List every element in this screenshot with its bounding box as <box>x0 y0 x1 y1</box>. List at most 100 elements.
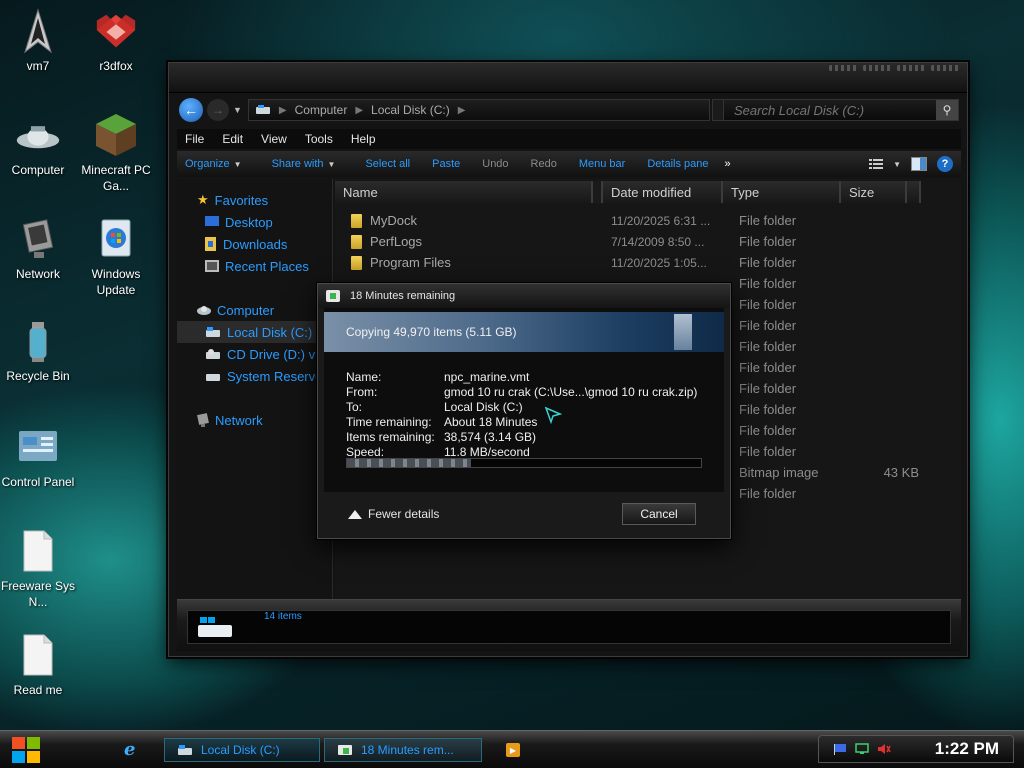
nav-desktop[interactable]: Desktop <box>177 211 332 233</box>
flag-icon[interactable] <box>833 743 847 755</box>
clock[interactable]: 1:22 PM <box>935 739 999 759</box>
desktop-icon-minecraft[interactable]: Minecraft PC Ga... <box>74 112 158 194</box>
column-header-name[interactable]: Name <box>335 181 593 203</box>
file-row[interactable]: PerfLogs 7/14/2009 8:50 ... File folder <box>335 231 961 252</box>
nav-label: Recent Places <box>225 258 309 274</box>
column-splitter[interactable] <box>593 181 603 203</box>
document-icon <box>15 632 61 678</box>
volume-muted-icon[interactable] <box>877 743 891 755</box>
menu-file[interactable]: File <box>185 132 204 146</box>
nav-local-disk[interactable]: Local Disk (C:) <box>177 321 332 343</box>
nav-label: Computer <box>217 302 275 318</box>
nav-network[interactable]: Network <box>177 409 332 431</box>
search-box[interactable]: ⚲ <box>723 99 959 121</box>
dialog-titlebar[interactable]: 18 Minutes remaining <box>318 284 730 308</box>
file-type: File folder <box>739 381 797 396</box>
details-pane-label: Details pane <box>647 158 709 170</box>
menu-edit[interactable]: Edit <box>222 132 243 146</box>
desktop-icon-windows-update[interactable]: Windows Update <box>74 216 158 298</box>
nav-downloads[interactable]: Downloads <box>177 233 332 255</box>
file-row[interactable]: Program Files 11/20/2025 1:05... File fold… <box>335 252 961 273</box>
file-type: File folder <box>739 444 797 459</box>
address-bar[interactable]: ▶ Computer ▶ Local Disk (C:) ▶ <box>247 99 710 121</box>
desktop-icon-vm7[interactable]: vm7 <box>0 8 80 74</box>
start-button[interactable] <box>8 731 44 767</box>
taskbar-button-explorer[interactable]: Local Disk (C:) <box>164 738 320 762</box>
detail-value[interactable]: gmod 10 ru crak (C:\Use...\gmod 10 ru cr… <box>444 385 697 400</box>
nav-system-reserved[interactable]: System Reserve <box>177 365 332 387</box>
taskbar-button-copy[interactable]: 18 Minutes rem... <box>324 738 482 762</box>
file-date: 11/20/2025 1:05... <box>611 255 707 270</box>
fewer-details-button[interactable]: Fewer details <box>348 507 439 521</box>
copy-summary: Copying 49,970 items (5.11 GB) <box>346 325 517 339</box>
desktop-icon-read-me[interactable]: Read me <box>0 632 80 698</box>
more-commands-button[interactable]: » <box>716 158 738 170</box>
desktop-icon-label: Control Panel <box>1 475 75 489</box>
desktop-icon-r3dfox[interactable]: r3dfox <box>74 8 158 74</box>
maximize-button[interactable] <box>863 65 891 71</box>
detail-label: Name: <box>346 370 382 384</box>
network-icon <box>15 216 61 262</box>
desktop-icon-control-panel[interactable]: Control Panel <box>0 424 80 490</box>
preview-pane-icon[interactable] <box>911 157 927 171</box>
nav-cd-drive[interactable]: CD Drive (D:) vir <box>177 343 332 365</box>
network-icon <box>197 413 209 427</box>
minimize-button[interactable] <box>829 65 857 71</box>
column-header-type[interactable]: Type <box>723 181 841 203</box>
undo-button[interactable]: Undo <box>474 158 516 170</box>
column-header-date[interactable]: Date modified <box>603 181 723 203</box>
details-pane-button[interactable]: Details pane <box>639 158 716 170</box>
restore-button[interactable] <box>897 65 925 71</box>
breadcrumb-separator: ▶ <box>355 104 364 116</box>
column-headers: Name Date modified Type Size <box>335 179 961 205</box>
breadcrumb-computer[interactable]: Computer <box>295 103 348 117</box>
recycle-bin-icon <box>15 318 61 364</box>
document-icon <box>15 528 61 574</box>
share-with-label: Share with <box>271 158 324 170</box>
network-status-icon[interactable] <box>855 743 869 755</box>
help-icon[interactable]: ? <box>937 156 953 172</box>
back-button[interactable]: ← <box>179 98 203 122</box>
close-button[interactable] <box>931 65 959 71</box>
paste-button[interactable]: Paste <box>424 158 468 170</box>
search-icon[interactable]: ⚲ <box>936 100 958 120</box>
menu-view[interactable]: View <box>261 132 287 146</box>
copy-details: Name: npc_marine.vmt From: gmod 10 ru crak… <box>346 370 697 460</box>
desktop-icon-computer[interactable]: Computer <box>0 112 80 178</box>
menu-bar-button[interactable]: Menu bar <box>571 158 633 170</box>
cancel-button[interactable]: Cancel <box>622 503 696 525</box>
search-input[interactable] <box>734 102 934 118</box>
select-all-button[interactable]: Select all <box>357 158 418 170</box>
file-type: File folder <box>739 318 797 333</box>
recent-pages-dropdown[interactable]: ▼ <box>233 105 242 115</box>
desktop-icon-recycle-bin[interactable]: Recycle Bin <box>0 318 80 384</box>
window-titlebar[interactable] <box>169 63 967 93</box>
file-row[interactable]: MyDock 11/20/2025 6:31 ... File folder <box>335 210 961 231</box>
column-header-extra[interactable] <box>907 181 921 203</box>
view-dropdown-chevron-icon[interactable]: ▼ <box>893 160 901 169</box>
menu-tools[interactable]: Tools <box>305 132 333 146</box>
nav-recent-places[interactable]: Recent Places <box>177 255 332 277</box>
media-player-icon[interactable]: ▶ <box>506 743 520 757</box>
menu-help[interactable]: Help <box>351 132 376 146</box>
redo-button[interactable]: Redo <box>523 158 565 170</box>
view-list-icon[interactable] <box>869 158 884 170</box>
share-with-button[interactable]: Share with ▼ <box>264 158 344 170</box>
nav-favorites[interactable]: ★ Favorites <box>177 189 332 211</box>
undo-label: Undo <box>482 158 509 170</box>
nav-computer[interactable]: Computer <box>177 299 332 321</box>
desktop-icon-freeware[interactable]: Freeware Sys N... <box>0 528 80 610</box>
detail-value: About 18 Minutes <box>444 415 538 429</box>
file-date: 7/14/2009 8:50 ... <box>611 234 705 249</box>
desktop-icon-network[interactable]: Network <box>0 216 80 282</box>
detail-value[interactable]: Local Disk (C:) <box>444 400 523 415</box>
internet-explorer-icon[interactable]: e <box>124 741 142 759</box>
column-header-size[interactable]: Size <box>841 181 907 203</box>
drive-icon <box>206 374 220 381</box>
breadcrumb-local-disk[interactable]: Local Disk (C:) <box>371 103 450 117</box>
forward-button[interactable]: → <box>207 99 229 121</box>
navigation-pane: ★ Favorites Desktop Downloads Recent Plac… <box>177 179 333 599</box>
detail-value: npc_marine.vmt <box>444 370 530 384</box>
organize-button[interactable]: Organize ▼ <box>177 158 250 170</box>
detail-row-to: To: Local Disk (C:) <box>346 400 697 415</box>
